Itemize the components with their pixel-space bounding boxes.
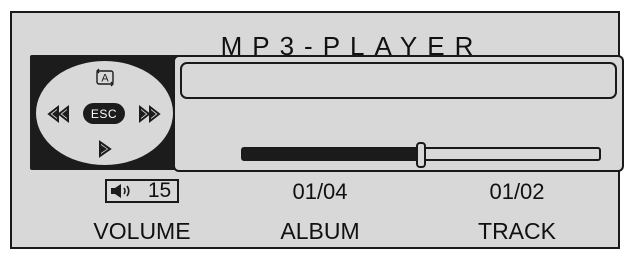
play-icon	[99, 140, 112, 158]
fast-forward-icon	[139, 104, 161, 124]
album-label: ALBUM	[280, 218, 360, 244]
volume-value: 15	[147, 179, 172, 202]
track-section: 01/02 TRACK	[467, 179, 567, 245]
album-section: 01/04 ALBUM	[270, 179, 370, 245]
track-label: TRACK	[478, 218, 556, 244]
navigation-oval: A ESC	[36, 61, 173, 165]
volume-label: VOLUME	[93, 218, 191, 244]
esc-button[interactable]: ESC	[83, 103, 125, 124]
rotate-a-button[interactable]: A	[94, 67, 116, 87]
volume-section: 15 VOLUME	[82, 179, 202, 245]
speaker-icon	[110, 184, 130, 198]
rewind-icon	[47, 104, 69, 124]
track-display-panel	[173, 55, 624, 172]
rotate-a-icon: A	[96, 68, 114, 87]
fast-forward-button[interactable]	[137, 104, 161, 124]
playback-progress-bar[interactable]	[241, 142, 601, 168]
volume-control[interactable]: 15	[104, 179, 180, 203]
play-button[interactable]	[96, 139, 114, 159]
track-info-display	[180, 62, 617, 99]
navigation-pad: A ESC	[30, 55, 179, 170]
playback-progress-handle[interactable]	[416, 142, 426, 168]
track-value: 01/02	[489, 179, 545, 204]
rotate-a-label: A	[101, 73, 109, 85]
album-value: 01/04	[292, 179, 348, 204]
playback-progress-fill	[243, 149, 421, 159]
mp3-player-screen: MP3-PLAYER A ESC 15 VOLUME 01/04 ALBUM 0…	[10, 11, 624, 249]
rewind-button[interactable]	[47, 104, 71, 124]
